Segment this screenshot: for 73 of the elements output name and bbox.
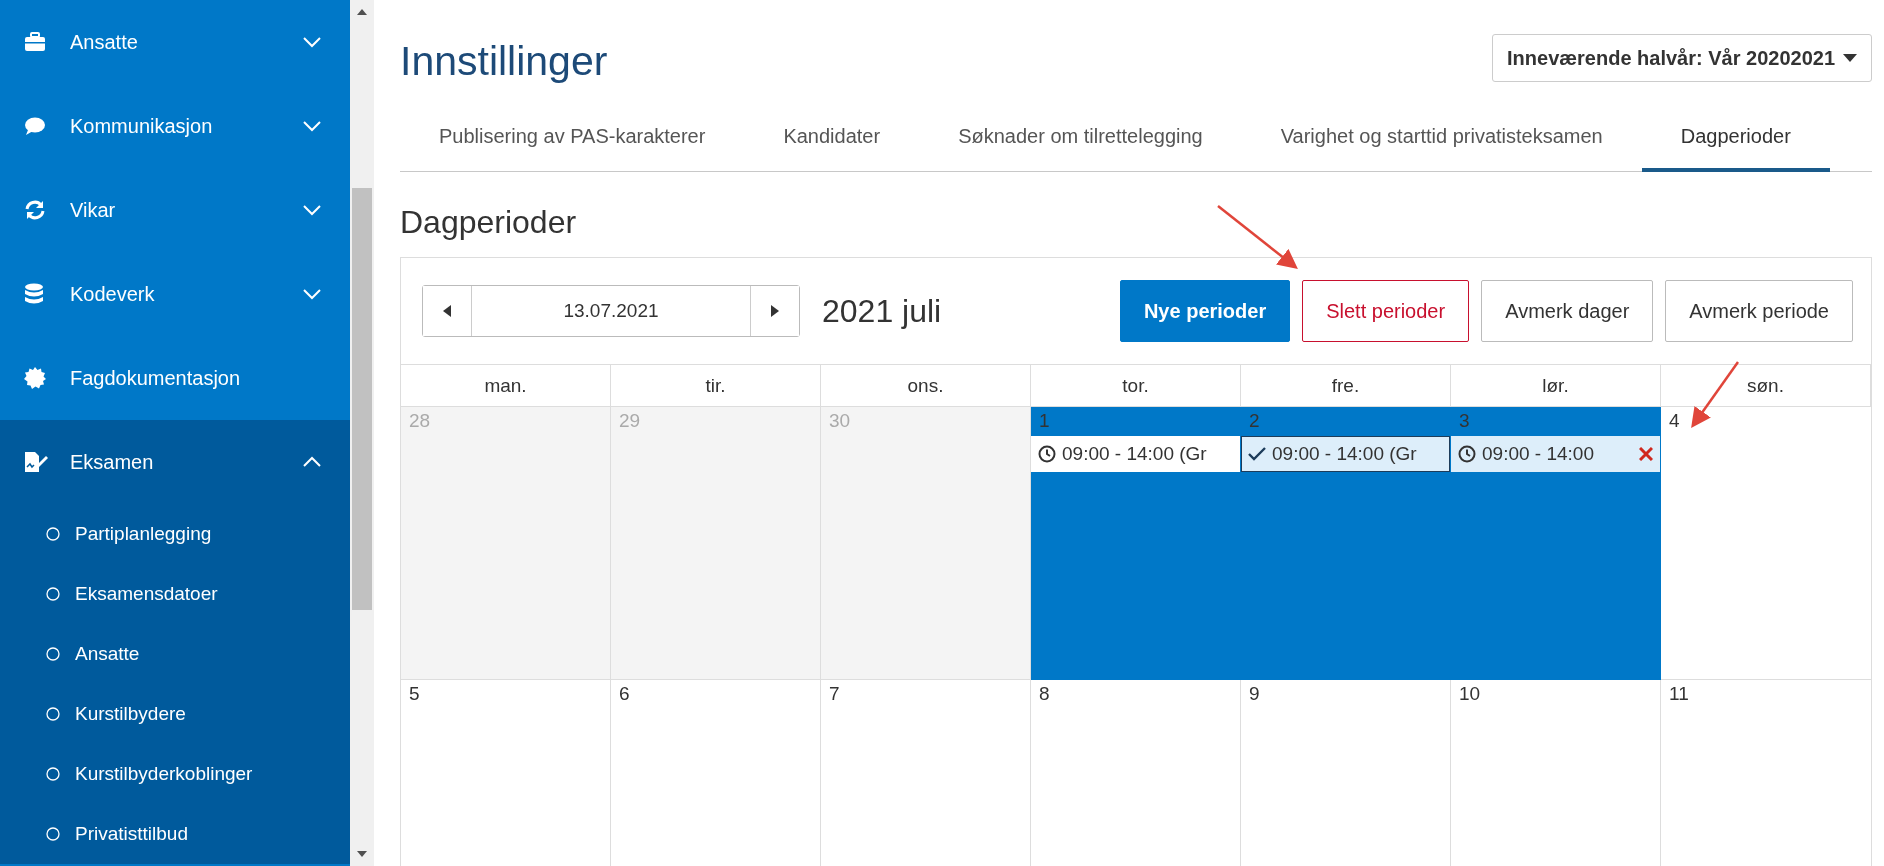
sidebar-item[interactable]: Eksamen bbox=[0, 420, 350, 504]
circle-icon bbox=[46, 767, 60, 781]
tab[interactable]: Varighet og starttid privatisteksamen bbox=[1241, 113, 1642, 172]
chevron-down-icon bbox=[302, 120, 322, 132]
signed-document-icon bbox=[24, 451, 48, 473]
clock-icon bbox=[1458, 445, 1476, 463]
day-number: 2 bbox=[1248, 409, 1261, 433]
delete-icon[interactable] bbox=[1639, 447, 1653, 461]
check-icon bbox=[1248, 446, 1266, 462]
chevron-down-icon bbox=[302, 204, 322, 216]
clock-icon bbox=[1038, 445, 1056, 463]
chevron-down-icon bbox=[302, 288, 322, 300]
page-title: Innstillinger bbox=[400, 38, 608, 85]
day-number: 10 bbox=[1458, 682, 1482, 706]
day-number: 11 bbox=[1668, 682, 1690, 706]
day-number: 5 bbox=[408, 682, 421, 706]
sidebar-subitem[interactable]: Ansatte bbox=[0, 624, 350, 684]
scroll-up-icon[interactable] bbox=[357, 9, 367, 15]
tab[interactable]: Kandidater bbox=[744, 113, 920, 172]
database-icon bbox=[24, 283, 44, 305]
refresh-icon bbox=[24, 199, 46, 221]
sidebar-item[interactable]: Kommunikasjon bbox=[0, 84, 350, 168]
sidebar-subitem[interactable]: Privatisttilbud bbox=[0, 804, 350, 864]
action-button[interactable]: Slett perioder bbox=[1302, 280, 1470, 342]
day-number: 3 bbox=[1458, 409, 1471, 433]
sidebar-item[interactable]: Fagdokumentasjon bbox=[0, 336, 350, 420]
day-number: 1 bbox=[1038, 409, 1051, 433]
day-number: 29 bbox=[618, 409, 642, 433]
day-number: 6 bbox=[618, 682, 631, 706]
circle-icon bbox=[46, 587, 60, 601]
section-title: Dagperioder bbox=[400, 204, 577, 241]
sidebar-subitem[interactable]: Partiplanlegging bbox=[0, 504, 350, 564]
briefcase-icon bbox=[24, 32, 46, 52]
day-number: 28 bbox=[408, 409, 432, 433]
caret-left-icon bbox=[443, 305, 451, 317]
sidebar-subitem[interactable]: Eksamensdatoer bbox=[0, 564, 350, 624]
circle-icon bbox=[46, 527, 60, 541]
sidebar-item[interactable]: Vikar bbox=[0, 168, 350, 252]
caret-right-icon bbox=[771, 305, 779, 317]
period-event[interactable]: 09:00 - 14:00 bbox=[1451, 436, 1660, 472]
sidebar-subitem[interactable]: Kurstilbydere bbox=[0, 684, 350, 744]
term-dropdown[interactable]: Inneværende halvår: Vår 20202021 bbox=[1492, 34, 1872, 82]
day-number: 7 bbox=[828, 682, 841, 706]
circle-icon bbox=[46, 827, 60, 841]
day-cell[interactable]: 2 09:00 - 14:00 (Gr bbox=[1241, 407, 1451, 680]
day-number: 8 bbox=[1038, 682, 1051, 706]
action-button[interactable]: Avmerk periode bbox=[1665, 280, 1853, 342]
day-cell[interactable]: 3 09:00 - 14:00 bbox=[1451, 407, 1661, 680]
action-button[interactable]: Nye perioder bbox=[1119, 280, 1291, 342]
chevron-up-icon bbox=[302, 456, 322, 468]
badge-icon bbox=[24, 367, 46, 389]
day-number: 9 bbox=[1248, 682, 1261, 706]
tab[interactable]: Publisering av PAS-karakterer bbox=[400, 113, 745, 172]
speech-bubble-icon bbox=[24, 116, 46, 136]
chevron-down-icon bbox=[302, 36, 322, 48]
tab[interactable]: Søknader om tilrettelegging bbox=[919, 113, 1242, 172]
sidebar-item[interactable]: Ansatte bbox=[0, 0, 350, 84]
period-event[interactable]: 09:00 - 14:00 (Gr bbox=[1031, 436, 1240, 472]
tab[interactable]: Dagperioder bbox=[1641, 113, 1830, 172]
action-button[interactable]: Avmerk dager bbox=[1481, 280, 1654, 342]
month-label: 2021 juli bbox=[822, 292, 943, 330]
sidebar-subitem[interactable]: Kurstilbyderkoblinger bbox=[0, 744, 350, 804]
caret-down-icon bbox=[1843, 54, 1857, 62]
period-event[interactable]: 09:00 - 14:00 (Gr bbox=[1241, 436, 1450, 472]
scrollbar-thumb[interactable] bbox=[352, 188, 372, 610]
circle-icon bbox=[46, 647, 60, 661]
day-cell[interactable]: 1 09:00 - 14:00 (Gr bbox=[1031, 407, 1241, 680]
annotation-arrow bbox=[1691, 361, 1739, 429]
circle-icon bbox=[46, 707, 60, 721]
day-number: 30 bbox=[828, 409, 852, 433]
scroll-down-icon[interactable] bbox=[357, 851, 367, 857]
day-number: 4 bbox=[1668, 409, 1681, 433]
sidebar-item[interactable]: Kodeverk bbox=[0, 252, 350, 336]
